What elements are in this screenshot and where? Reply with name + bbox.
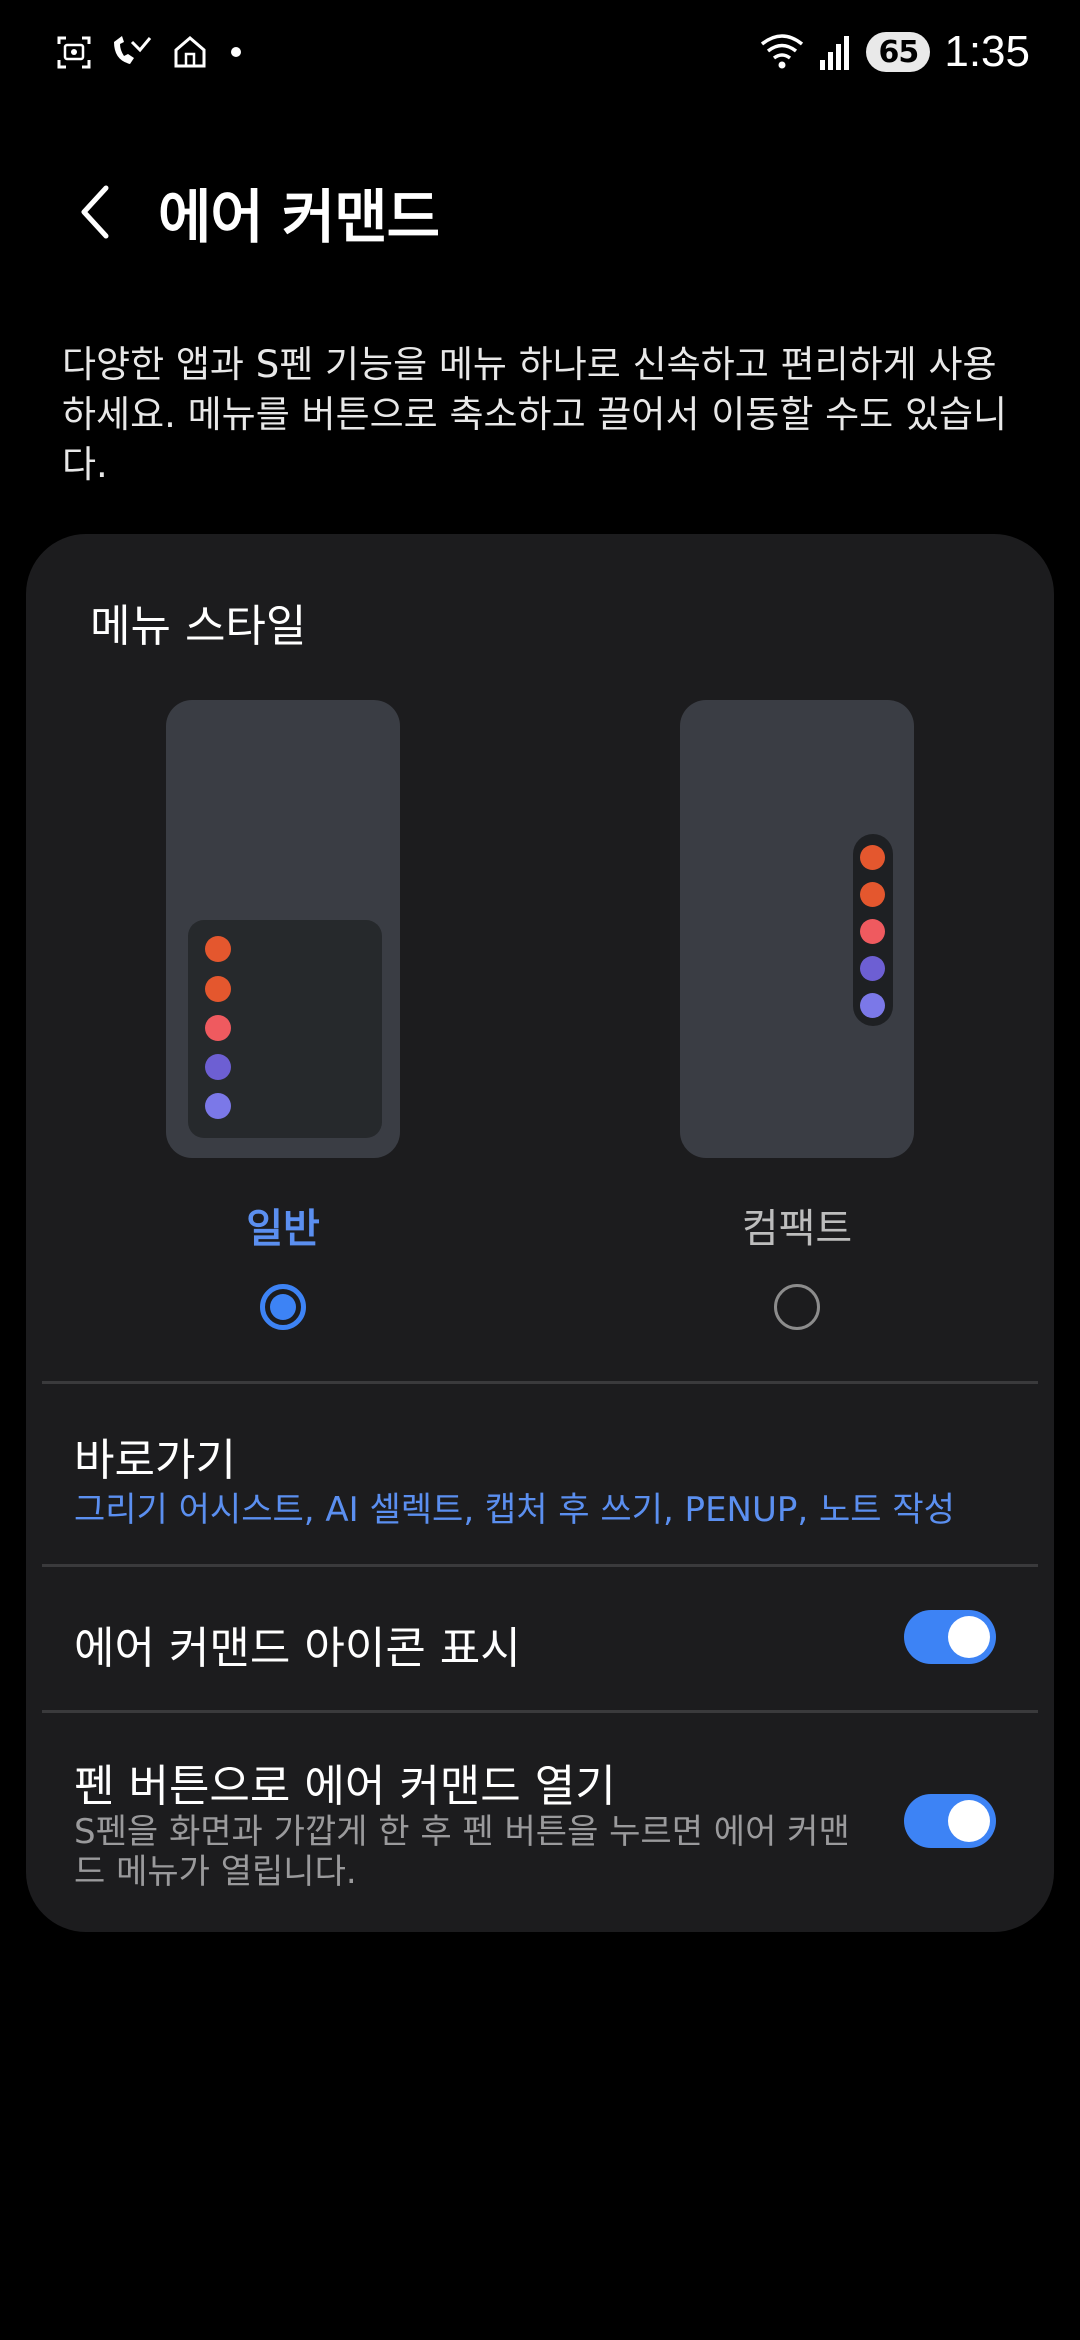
screenshot-icon: [57, 36, 91, 69]
status-time: 1:35: [944, 27, 1030, 76]
shortcuts-title: 바로가기: [74, 1435, 236, 1486]
toggle-knob: [948, 1616, 990, 1658]
page-title: 에어 커맨드: [158, 183, 440, 251]
status-bar-right: 65 1:35: [760, 22, 1030, 82]
shortcuts-subtitle: 그리기 어시스트, AI 셀렉트, 캡처 후 쓰기, PENUP, 노트 작성: [74, 1490, 955, 1530]
chevron-left-icon: [81, 185, 109, 239]
menu-dot: [860, 919, 885, 944]
menu-dot: [205, 976, 231, 1002]
radio-normal[interactable]: [260, 1284, 306, 1330]
pen-button-title: 펜 버튼으로 에어 커맨드 열기: [74, 1761, 616, 1812]
menu-dot: [205, 1054, 231, 1080]
menu-dot: [860, 882, 885, 907]
home-icon: [174, 36, 206, 68]
menu-dot: [205, 1093, 231, 1119]
menu-dot: [205, 1015, 231, 1041]
signal-icon: [820, 36, 850, 70]
status-bar-left: [56, 30, 246, 74]
notification-dot-icon: [231, 47, 241, 57]
radio-normal-fill: [270, 1294, 296, 1320]
menu-dot: [860, 956, 885, 981]
menu-style-title: 메뉴 스타일: [90, 601, 307, 652]
menu-dot: [860, 845, 885, 870]
menu-dot: [205, 936, 231, 962]
menu-dot: [860, 993, 885, 1018]
missed-call-icon: [114, 36, 152, 64]
back-button[interactable]: [66, 172, 122, 252]
pen-button-subtitle: S펜을 화면과 가깝게 한 후 펜 버튼을 누르면 에어 커맨드 메뉴가 열립니…: [74, 1812, 850, 1892]
show-icon-toggle[interactable]: [904, 1610, 996, 1664]
toggle-knob: [948, 1800, 990, 1842]
page-description: 다양한 앱과 S펜 기능을 메뉴 하나로 신속하고 편리하게 사용하세요. 메뉴…: [62, 343, 1008, 486]
show-icon-title: 에어 커맨드 아이콘 표시: [74, 1623, 521, 1674]
radio-compact[interactable]: [774, 1284, 820, 1330]
battery-indicator: 65: [866, 32, 931, 72]
pen-button-toggle[interactable]: [904, 1794, 996, 1848]
style-label-normal[interactable]: 일반: [163, 1196, 403, 1254]
wifi-icon: [761, 34, 804, 69]
style-label-compact[interactable]: 컴팩트: [677, 1196, 917, 1254]
